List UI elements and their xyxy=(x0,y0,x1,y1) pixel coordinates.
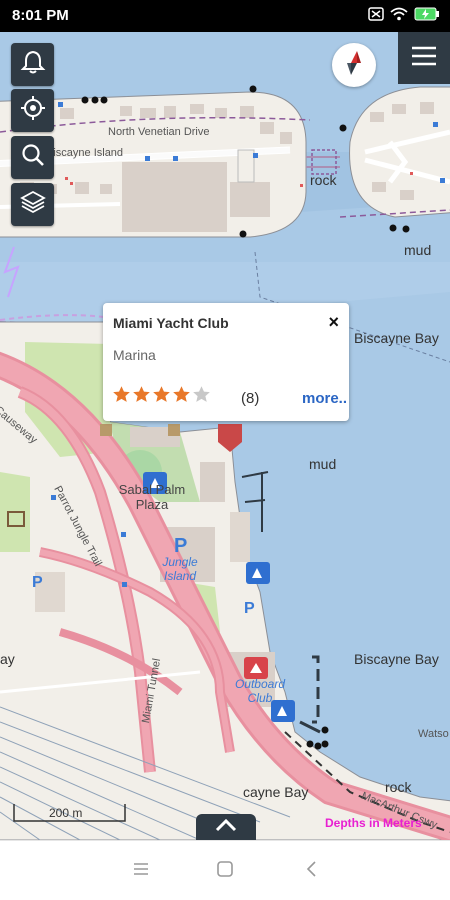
label-sabal-palm-plaza: Sabal Palm Plaza xyxy=(118,482,186,512)
more-link[interactable]: more.. xyxy=(302,390,347,407)
recents-icon xyxy=(132,861,150,882)
label-biscayne-bay-2: Biscayne Bay xyxy=(354,651,439,667)
compass-needle-icon xyxy=(339,48,369,83)
status-bar: 8:01 PM xyxy=(0,0,450,32)
depth-units-label: Depths in Meters xyxy=(325,816,422,830)
compass-button[interactable] xyxy=(332,43,376,87)
system-nav-bar xyxy=(0,840,450,900)
star-filled-icon xyxy=(173,386,190,402)
search-icon xyxy=(20,142,46,173)
hamburger-menu-icon xyxy=(411,45,437,72)
label-jungle-island: Jungle Island xyxy=(162,555,198,583)
chevron-up-icon xyxy=(214,817,238,838)
layers-icon xyxy=(19,189,47,220)
label-outboard-club: Outboard Club xyxy=(234,677,286,705)
label-watson: Watso xyxy=(418,728,449,740)
poi-category: Marina xyxy=(113,347,156,363)
poi-title: Miami Yacht Club xyxy=(113,315,229,331)
label-biscayne-bay-1: Biscayne Bay xyxy=(354,330,439,346)
home-icon xyxy=(216,860,234,883)
location-target-icon xyxy=(20,95,46,126)
recent-apps-button[interactable] xyxy=(129,859,153,883)
star-filled-icon xyxy=(153,386,170,402)
label-cayne-bay: cayne Bay xyxy=(243,784,309,800)
label-rock-1: rock xyxy=(310,172,337,188)
expand-panel-button[interactable] xyxy=(196,814,256,840)
back-icon xyxy=(305,860,319,883)
back-button[interactable] xyxy=(300,859,324,883)
rating-stars xyxy=(112,385,211,404)
label-bay-left: ay xyxy=(0,651,15,667)
wifi-icon xyxy=(390,7,408,26)
notifications-button[interactable] xyxy=(11,43,54,86)
label-north-venetian-drive: North Venetian Drive xyxy=(108,126,210,138)
label-rock-2: rock xyxy=(385,779,412,795)
label-mud-2: mud xyxy=(309,456,337,472)
bell-icon xyxy=(20,49,46,80)
map-view[interactable]: P P P North Venetian Drive Biscayne Isla… xyxy=(0,32,450,840)
my-location-button[interactable] xyxy=(11,89,54,132)
review-count: (8) xyxy=(241,390,260,407)
label-biscayne-island: Biscayne Island xyxy=(46,147,124,159)
scale-bar: 200 m xyxy=(13,800,126,824)
status-time: 8:01 PM xyxy=(12,7,69,24)
status-icons xyxy=(368,7,440,26)
scale-label: 200 m xyxy=(49,806,83,820)
home-button[interactable] xyxy=(213,859,237,883)
svg-text:P: P xyxy=(244,600,255,617)
star-filled-icon xyxy=(113,386,130,402)
search-button[interactable] xyxy=(11,136,54,179)
layers-button[interactable] xyxy=(11,183,54,226)
notification-muted-icon xyxy=(368,7,384,26)
label-mud-1: mud xyxy=(404,242,432,258)
star-empty-icon xyxy=(193,386,210,402)
menu-button[interactable] xyxy=(398,32,450,84)
map-app-screen: 8:01 PM P P P North Venetian Drive Bisca… xyxy=(0,0,450,900)
battery-charging-icon xyxy=(414,7,440,26)
star-filled-icon xyxy=(133,386,150,402)
svg-text:P: P xyxy=(174,535,187,557)
svg-text:P: P xyxy=(32,574,43,591)
close-popup-button[interactable]: × xyxy=(328,313,339,331)
poi-info-popup: Miami Yacht Club × Marina (8) more.. xyxy=(103,303,349,421)
